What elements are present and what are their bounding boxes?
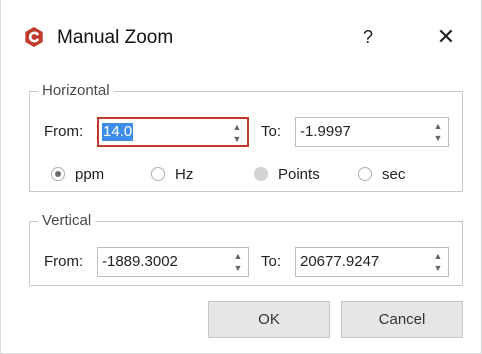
radio-unchecked-icon[interactable] [151, 167, 165, 181]
title-bar: Manual Zoom ? ✕ [1, 0, 481, 58]
horizontal-from-spinbox[interactable]: 14.0 ▲ ▼ [97, 117, 249, 147]
vertical-to-value[interactable]: 20677.9247 [300, 253, 379, 271]
vertical-from-label: From: [44, 253, 84, 270]
vertical-to-label: To: [261, 253, 282, 270]
cancel-button[interactable]: Cancel [341, 301, 463, 338]
spin-up-icon[interactable]: ▲ [231, 121, 243, 133]
manual-zoom-dialog: Manual Zoom ? ✕ Horizontal From: 14.0 ▲ … [0, 0, 482, 354]
spin-down-icon[interactable]: ▼ [232, 262, 244, 274]
horizontal-from-label: From: [44, 123, 84, 140]
vertical-from-spinbox[interactable]: -1889.3002 ▲ ▼ [97, 247, 249, 277]
radio-disabled-icon [254, 167, 268, 181]
horizontal-legend: Horizontal [38, 82, 114, 100]
spin-down-icon[interactable]: ▼ [432, 132, 444, 144]
spin-up-icon[interactable]: ▲ [432, 250, 444, 262]
horizontal-to-value[interactable]: -1.9997 [300, 123, 351, 141]
vertical-legend: Vertical [38, 212, 96, 230]
unit-label-hz: Hz [175, 166, 194, 183]
horizontal-to-label: To: [261, 123, 282, 140]
ok-button[interactable]: OK [208, 301, 330, 338]
help-button[interactable]: ? [357, 24, 379, 50]
vertical-from-stepper[interactable]: ▲ ▼ [232, 250, 244, 274]
radio-unchecked-icon[interactable] [358, 167, 372, 181]
spin-down-icon[interactable]: ▼ [432, 262, 444, 274]
dialog-title: Manual Zoom [57, 27, 174, 48]
horizontal-to-spinbox[interactable]: -1.9997 ▲ ▼ [295, 117, 449, 147]
horizontal-to-stepper[interactable]: ▲ ▼ [432, 120, 444, 144]
horizontal-from-stepper[interactable]: ▲ ▼ [231, 121, 243, 145]
horizontal-from-value[interactable]: 14.0 [102, 123, 134, 141]
radio-checked-icon[interactable] [51, 167, 65, 181]
vertical-to-stepper[interactable]: ▲ ▼ [432, 250, 444, 274]
app-logo-icon [25, 27, 43, 47]
spin-up-icon[interactable]: ▲ [232, 250, 244, 262]
unit-label-sec: sec [382, 166, 406, 183]
unit-label-ppm: ppm [75, 166, 105, 183]
spin-down-icon[interactable]: ▼ [231, 133, 243, 145]
close-button[interactable]: ✕ [433, 24, 459, 50]
vertical-from-value[interactable]: -1889.3002 [102, 253, 178, 271]
spin-up-icon[interactable]: ▲ [432, 120, 444, 132]
vertical-to-spinbox[interactable]: 20677.9247 ▲ ▼ [295, 247, 449, 277]
unit-label-points: Points [278, 166, 320, 183]
